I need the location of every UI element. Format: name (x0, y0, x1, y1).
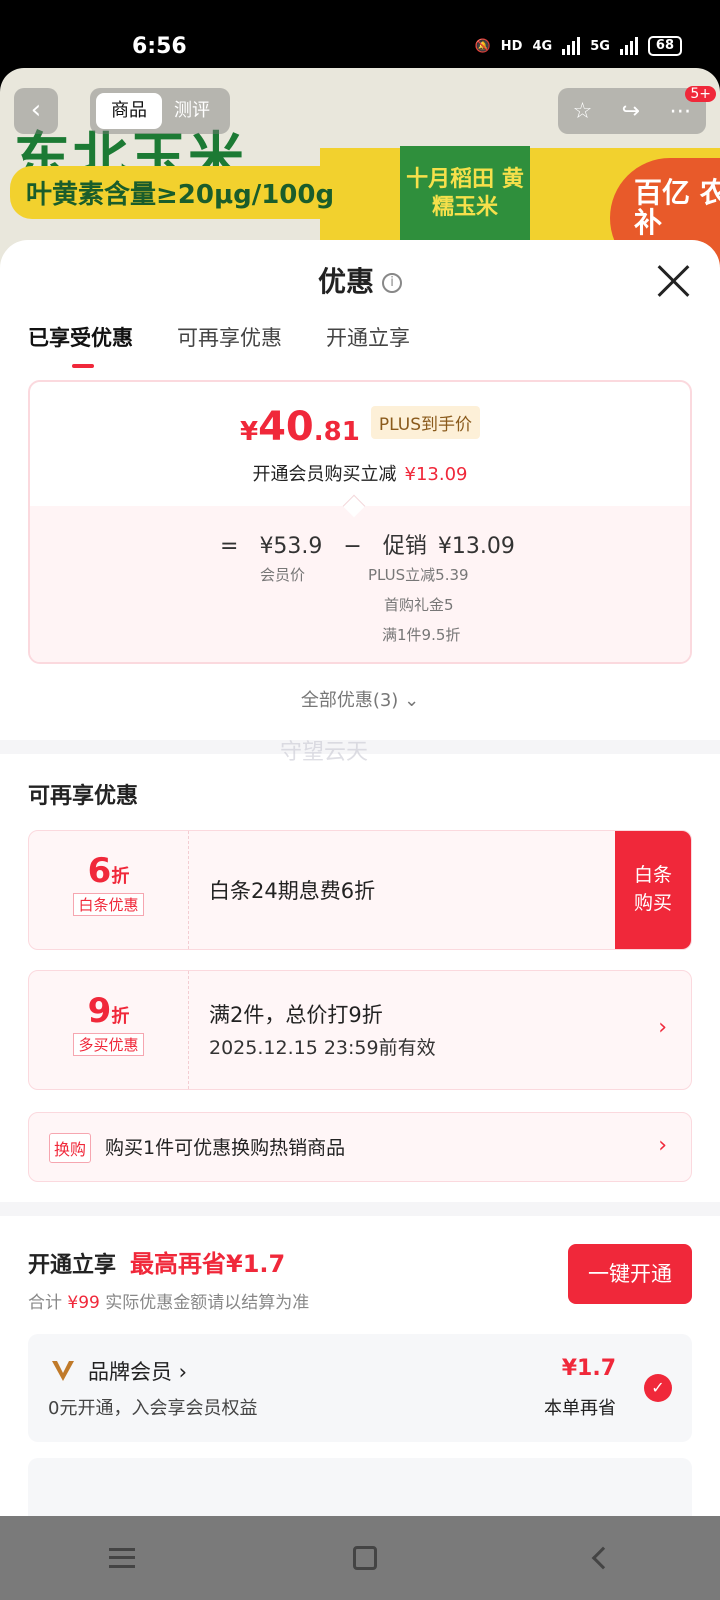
sheet-title-text: 优惠 (317, 265, 374, 298)
status-time: 6:56 (132, 34, 187, 59)
sheet-title: 优惠 i (0, 260, 720, 300)
detail-plus: PLUS立减5.39 (368, 566, 469, 584)
baitiao-buy-button[interactable]: 白条 购买 (615, 831, 691, 949)
price-formula: = ¥53.9 − 促销 ¥13.09 (220, 528, 529, 560)
promo-label: 促销 (382, 534, 427, 559)
tab-review[interactable]: 测评 (174, 93, 210, 129)
side-button-line1: 白条 (633, 864, 672, 886)
share-icon[interactable]: ↪ (622, 99, 640, 124)
info-icon[interactable]: i (382, 273, 402, 293)
chevron-right-icon: › (658, 1133, 667, 1158)
member-discount-amount: ¥13.09 (404, 464, 468, 485)
total-suffix: 实际优惠金额请以结算为准 (105, 1293, 310, 1313)
member-price: ¥53.9 (259, 534, 323, 559)
discount-sheet: 优惠 i 已享受优惠 可再享优惠 开通立享 ¥40.81 PLUS到手价 开通会员… (0, 240, 720, 1516)
member-price-label: 会员价 (260, 566, 306, 584)
status-bar: 6:56 🔕 HD 4G 5G 68 (0, 0, 720, 72)
card-text: 满2件，总价打9折 (209, 1003, 383, 1027)
signal-icon-2 (619, 37, 638, 55)
product-topbar: ‹ 商品 测评 ☆ ↪ ⋯ 5+ (14, 86, 716, 138)
signal-icon (562, 37, 581, 55)
member-save-amount: ¥1.7 (561, 1356, 616, 1381)
discount-tabs: 已享受优惠 可再享优惠 开通立享 (28, 322, 410, 368)
favorite-icon[interactable]: ☆ (573, 99, 593, 124)
plus-price-tag: PLUS到手价 (370, 406, 481, 439)
more-icon[interactable]: ⋯ (669, 99, 691, 124)
baitiao-card[interactable]: 6折 白条优惠 白条24期息费6折 白条 购买 (28, 830, 692, 950)
discount-block: 9折 多买优惠 (29, 971, 189, 1089)
discount-number: 6 (87, 851, 112, 891)
minus-sign: − (343, 534, 362, 559)
product-tab-switch: 商品 测评 (90, 88, 230, 134)
network-4g-label: 4G (532, 38, 553, 54)
price-int: 40 (258, 404, 314, 450)
discount-unit: 折 (111, 866, 130, 887)
member-desc: 0元开通，入会享会员权益 (48, 1398, 258, 1419)
multi-buy-card[interactable]: 9折 多买优惠 满2件，总价打9折 2025.12.15 23:59前有效 › (28, 970, 692, 1090)
system-nav-bar (0, 1516, 720, 1600)
message-count-badge: 5+ (685, 86, 716, 102)
equals-sign: = (220, 534, 239, 559)
price-yen: ¥ (239, 417, 259, 447)
member-save-label: 本单再省 (544, 1398, 616, 1419)
home-icon[interactable] (353, 1546, 377, 1570)
swap-tag: 换购 (49, 1133, 92, 1163)
open-section-title: 开通立享 最高再省¥1.7 (28, 1244, 285, 1279)
hd-icon: HD (500, 38, 523, 54)
side-button-line2: 购买 (633, 892, 672, 914)
total-line: 合计 ¥99 实际优惠金额请以结算为准 (28, 1288, 309, 1313)
card-validity: 2025.12.15 23:59前有效 (209, 1037, 436, 1059)
tab-product[interactable]: 商品 (96, 93, 162, 129)
swap-card[interactable]: 换购 购买1件可优惠换购热销商品 › (28, 1112, 692, 1182)
product-pill: 叶黄素含量≥20μg/100g (10, 166, 351, 219)
open-title-text: 开通立享 (28, 1253, 117, 1278)
mute-icon: 🔕 (474, 38, 491, 54)
detail-discount: 满1件9.5折 (382, 626, 461, 644)
tab-enjoyed[interactable]: 已享受优惠 (28, 322, 133, 368)
discount-unit: 折 (111, 1006, 130, 1027)
card-text: 白条24期息费6折 (209, 879, 376, 903)
member-discount-text: 开通会员购买立减 (252, 464, 397, 485)
brand-v-icon (52, 1361, 74, 1381)
next-member-card[interactable] (28, 1458, 692, 1516)
top-actions: ☆ ↪ ⋯ 5+ (558, 86, 716, 134)
all-promos-link[interactable]: 全部优惠(3) ⌄ (0, 686, 720, 712)
menu-icon[interactable] (109, 1548, 135, 1568)
one-click-open-button[interactable]: 一键开通 (568, 1244, 692, 1304)
tab-open[interactable]: 开通立享 (326, 322, 410, 352)
promo-amount: ¥13.09 (437, 534, 515, 559)
checked-icon[interactable]: ✓ (644, 1374, 672, 1402)
swap-text: 购买1件可优惠换购热销商品 (105, 1137, 346, 1159)
total-prefix: 合计 (28, 1293, 62, 1313)
status-icons: 🔕 HD 4G 5G 68 (475, 36, 682, 56)
total-amount: ¥99 (67, 1293, 100, 1313)
chevron-right-icon: › (658, 1015, 667, 1040)
back-button[interactable]: ‹ (14, 88, 58, 134)
brand-member-card[interactable]: 品牌会员 › 0元开通，入会享会员权益 ¥1.7 本单再省 ✓ (28, 1334, 692, 1442)
close-button[interactable] (656, 264, 690, 298)
chevron-down-icon: ⌄ (404, 690, 420, 711)
price-breakdown-card: ¥40.81 PLUS到手价 开通会员购买立减 ¥13.09 = ¥53.9 − … (28, 380, 692, 664)
price-dec: .81 (313, 417, 360, 447)
tab-more[interactable]: 可再享优惠 (177, 322, 282, 352)
network-5g-label: 5G (590, 38, 610, 54)
final-price: ¥40.81 PLUS到手价 (30, 404, 690, 450)
open-highlight: 最高再省¥1.7 (130, 1250, 286, 1278)
discount-number: 9 (87, 991, 112, 1031)
more-section-title: 可再享优惠 (28, 784, 139, 809)
member-discount-line: 开通会员购买立减 ¥13.09 (30, 460, 690, 486)
section-divider (0, 1202, 720, 1216)
discount-tag: 多买优惠 (73, 1033, 144, 1056)
watermark: 守望云天 (280, 740, 369, 765)
back-icon[interactable] (591, 1546, 615, 1570)
battery-icon: 68 (647, 36, 682, 56)
discount-block: 6折 白条优惠 (29, 831, 189, 949)
all-promos-text: 全部优惠(3) (300, 690, 399, 711)
discount-tag: 白条优惠 (73, 893, 144, 916)
detail-first-gift: 首购礼金5 (384, 596, 454, 614)
member-name[interactable]: 品牌会员 › (88, 1356, 187, 1386)
